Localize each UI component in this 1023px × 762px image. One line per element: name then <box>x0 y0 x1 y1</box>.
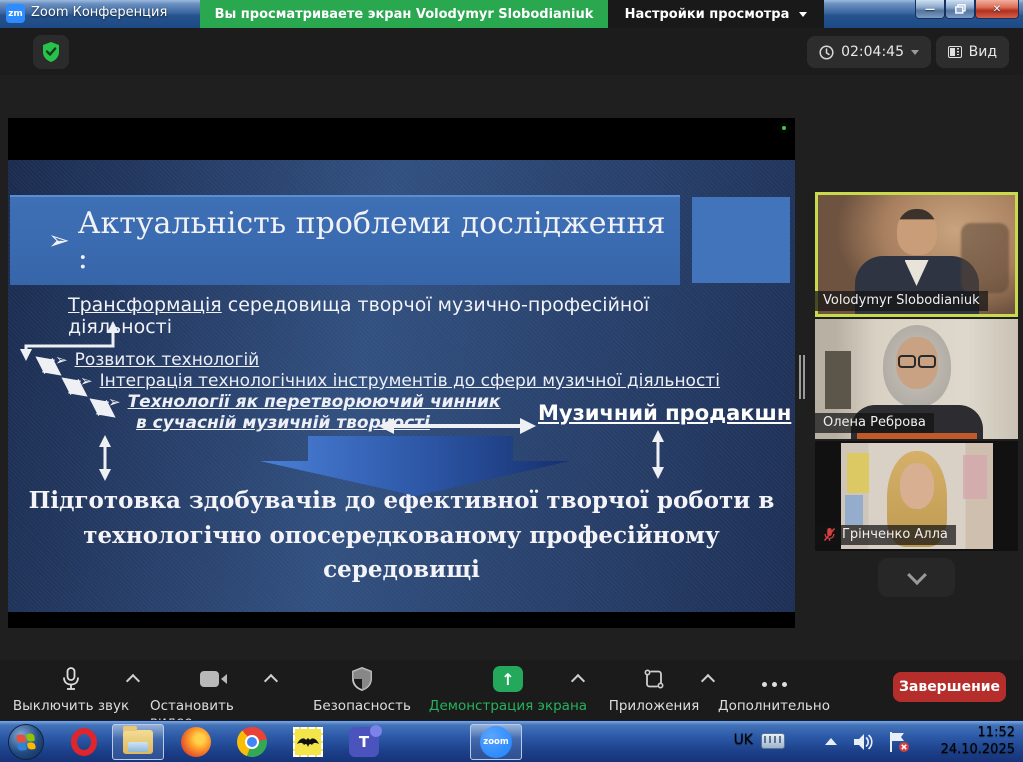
arrow-bullet-icon: ➢ <box>48 226 70 256</box>
chevron-down-icon <box>907 565 927 585</box>
arrow-bullet-icon: ➢ <box>80 372 93 390</box>
viewing-screen-banner: Вы просматриваете экран Volodymyr Slobod… <box>200 0 608 28</box>
chevron-down-icon <box>799 12 807 17</box>
taskbar-explorer-icon[interactable] <box>112 724 164 760</box>
taskbar-teams-icon[interactable]: T <box>338 724 390 760</box>
slide-bullet-3: ➢ Технології як перетворюючий чинник <box>108 392 500 412</box>
glasses <box>898 355 936 368</box>
restore-button[interactable] <box>945 0 975 19</box>
security-shield-button[interactable] <box>33 35 69 69</box>
participant-name-label: Volodymyr Slobodianiuk <box>815 291 988 311</box>
window-controls: — ✕ <box>915 0 1019 19</box>
close-button[interactable]: ✕ <box>975 0 1019 19</box>
view-settings-dropdown[interactable]: Настройки просмотра <box>608 0 824 28</box>
shield-check-icon <box>41 41 61 63</box>
slide-title-box: ➢ Актуальність проблеми дослідження : <box>10 195 680 285</box>
end-meeting-button[interactable]: Завершение <box>893 672 1006 702</box>
clock-icon <box>819 45 834 60</box>
meeting-timer[interactable]: 02:04:45 <box>807 36 931 68</box>
start-button[interactable] <box>8 724 44 760</box>
main-content: ➢ Актуальність проблеми дослідження : Тр… <box>0 75 1023 660</box>
share-screen-icon: ↑ <box>493 666 523 692</box>
security-shield-icon <box>351 666 373 692</box>
slide-transformation-line: Трансформація середовища творчої музично… <box>68 294 748 338</box>
muted-mic-icon <box>823 527 836 542</box>
slide-bottom-statement: Підготовка здобувачів до ефективної твор… <box>8 484 795 588</box>
meeting-toolbar: Выключить звук Остановить видео Безопасн… <box>0 660 1023 720</box>
arrow-bullet-icon: ➢ <box>108 393 121 411</box>
zoom-app-window: zm Zoom Конференция Вы просматриваете эк… <box>0 0 1023 762</box>
taskbar-firefox-icon[interactable] <box>170 724 222 760</box>
taskbar-chrome-icon[interactable] <box>226 724 278 760</box>
apps-label: Приложения <box>609 698 700 714</box>
slide-production-label: Музичний продакшн <box>538 401 791 425</box>
apps-icon <box>642 666 666 692</box>
security-button[interactable]: Безопасность <box>300 666 424 714</box>
camera-icon <box>200 666 228 692</box>
security-label: Безопасность <box>313 698 411 714</box>
slide-decorative-box <box>692 197 790 283</box>
participant-name: Volodymyr Slobodianiuk <box>823 293 980 308</box>
show-hidden-icons-button[interactable] <box>825 738 837 745</box>
bullet-text: Інтеграція технологічних інструментів до… <box>100 371 720 391</box>
clock-time: 11:52 <box>923 724 1015 741</box>
taskbar-opera-icon[interactable] <box>58 724 110 760</box>
participant-name-label: Олена Реброва <box>815 413 934 433</box>
panel-resize-handle[interactable] <box>799 355 807 399</box>
arrow-bullet-icon: ➢ <box>55 351 68 369</box>
chevron-down-icon <box>911 50 919 55</box>
participant-tile-hrinchenko[interactable]: Грінченко Алла <box>815 441 1018 551</box>
bottom-statement-line2: технологічно опосередкованому професійно… <box>8 519 795 588</box>
action-center-flag-icon[interactable] <box>887 731 911 757</box>
zoom-app-icon: zm <box>6 4 25 23</box>
taskbar-zoom-icon[interactable]: zoom <box>470 724 522 760</box>
taskbar-clock[interactable]: 11:52 24.10.2025 <box>923 724 1015 758</box>
more-dots-icon <box>762 666 787 692</box>
meeting-header: 02:04:45 Вид <box>0 28 1023 75</box>
timer-value: 02:04:45 <box>841 44 904 60</box>
more-button[interactable]: Дополнительно <box>718 666 830 714</box>
language-indicator[interactable]: UK <box>734 732 753 748</box>
participant-name: Олена Реброва <box>823 415 926 430</box>
screen-share-indicator-dot <box>782 126 786 130</box>
window-title: Zoom Конференция <box>31 5 167 20</box>
participant-tile-volodymyr[interactable]: Volodymyr Slobodianiuk <box>815 192 1018 317</box>
windows-logo-icon <box>16 733 36 751</box>
view-settings-label: Настройки просмотра <box>625 7 790 22</box>
share-screen-button[interactable]: ↑ Демонстрация экрана <box>428 666 588 714</box>
shared-screen-slide: ➢ Актуальність проблеми дослідження : Тр… <box>8 118 795 628</box>
mute-button[interactable]: Выключить звук <box>10 666 132 714</box>
bat-glyph <box>297 735 319 749</box>
window-titlebar: zm Zoom Конференция Вы просматриваете эк… <box>0 0 1023 28</box>
mute-label: Выключить звук <box>13 698 129 714</box>
collapse-participants-button[interactable] <box>878 558 955 597</box>
volume-icon[interactable] <box>853 732 875 756</box>
windows-taskbar: T zoom UK 11:52 24.10.2025 <box>0 720 1023 762</box>
apps-button[interactable]: Приложения <box>600 666 708 714</box>
keyboard-layout-icon[interactable] <box>761 733 785 749</box>
view-label: Вид <box>969 44 997 60</box>
bullet-text: Технології як перетворюючий чинник <box>128 392 501 412</box>
clock-date: 24.10.2025 <box>923 741 1015 758</box>
more-label: Дополнительно <box>718 698 830 714</box>
slide-bullet-1: ➢ Розвиток технологій <box>55 350 259 370</box>
bullet-text: Розвиток технологій <box>75 350 260 370</box>
participant-name-label: Грінченко Алла <box>815 525 956 545</box>
slide-bullet-2: ➢ Інтеграція технологічних інструментів д… <box>80 371 720 391</box>
minimize-button[interactable]: — <box>915 0 945 19</box>
share-screen-label: Демонстрация экрана <box>429 698 587 714</box>
slide-title: Актуальність проблеми дослідження : <box>78 206 680 276</box>
participant-tile-olena[interactable]: Олена Реброва <box>815 319 1018 439</box>
bottom-statement-line1: Підготовка здобувачів до ефективної твор… <box>8 484 795 519</box>
bullet-text: в сучасній музичній творчості <box>136 413 430 433</box>
view-button[interactable]: Вид <box>936 36 1009 68</box>
microphone-icon <box>61 666 81 692</box>
participant-name: Грінченко Алла <box>842 527 948 542</box>
layout-view-icon <box>948 46 962 58</box>
transformation-word: Трансформація <box>68 294 222 316</box>
restore-icon <box>955 4 966 14</box>
taskbar-thebat-icon[interactable] <box>282 724 334 760</box>
slide-bullet-4: в сучасній музичній творчості <box>136 413 430 433</box>
